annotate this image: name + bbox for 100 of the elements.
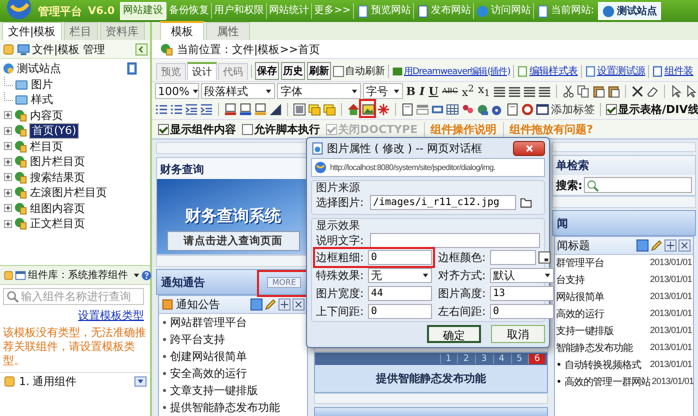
frame-icon[interactable]: [250, 298, 263, 311]
editor-tab[interactable]: 模板: [160, 21, 204, 40]
house-icon[interactable]: [347, 103, 360, 116]
tree-item[interactable]: 左滚图片栏目页: [0, 185, 150, 200]
clipboard-icon[interactable]: [592, 84, 605, 98]
news-title-link[interactable]: 支持一键排版: [556, 325, 614, 338]
slide-page-number[interactable]: 2: [457, 354, 474, 364]
align-justify-icon[interactable]: [538, 84, 551, 98]
query-button[interactable]: 请点击进入查询页面: [166, 231, 300, 251]
expand-icon[interactable]: [4, 111, 12, 120]
news-title-link[interactable]: 台支持: [556, 274, 585, 287]
toolbar-button[interactable]: 保存: [255, 62, 279, 80]
search-field[interactable]: [584, 177, 692, 193]
editor-link[interactable]: 设置测试源: [584, 64, 646, 78]
eraser-icon[interactable]: [646, 84, 659, 98]
dropdown[interactable]: 默认: [490, 268, 554, 283]
news-title-link[interactable]: • 高效的管理一群网站: [556, 376, 651, 389]
sidebar-tab[interactable]: 资料库: [100, 22, 145, 40]
expand-icon[interactable]: [4, 204, 12, 212]
tree-item[interactable]: 正文栏目页: [0, 216, 150, 232]
expand-icon[interactable]: [4, 126, 12, 135]
input-field[interactable]: 0: [368, 250, 432, 265]
indent-icon[interactable]: [200, 103, 213, 116]
expand-icon[interactable]: [4, 220, 12, 228]
input-field[interactable]: 44: [368, 286, 432, 301]
slide-page-number[interactable]: 5: [510, 354, 528, 364]
option-checkbox[interactable]: 允许脚本执行: [242, 122, 320, 136]
format-button[interactable]: U: [428, 84, 440, 98]
copy-icon[interactable]: [577, 84, 590, 98]
scissors-icon[interactable]: [562, 84, 575, 98]
list-item-link[interactable]: 跨平台支持: [170, 333, 225, 346]
color-bar-icon[interactable]: [224, 103, 237, 116]
dropdown[interactable]: 无: [368, 268, 432, 283]
tree-item[interactable]: 测试站点: [0, 61, 150, 76]
input-field[interactable]: 0: [368, 304, 432, 319]
news-title-link[interactable]: 网站很简单: [556, 291, 604, 304]
component-group[interactable]: 1. 通用组件: [0, 372, 150, 390]
library-dropdown[interactable]: 组件库：系统推荐组件: [15, 268, 140, 282]
bullet-list-icon[interactable]: [170, 103, 183, 116]
slide-page-number[interactable]: 4: [492, 354, 510, 364]
color-bar-icon[interactable]: [239, 103, 252, 116]
site-selector[interactable]: 测试站点: [598, 2, 662, 20]
table-icon[interactable]: [446, 103, 459, 116]
slide-page-number[interactable]: 3: [475, 354, 492, 364]
input-field[interactable]: 0: [490, 304, 554, 319]
set-template-type-link[interactable]: 设置模板类型: [78, 308, 144, 323]
dialog-button[interactable]: 取消: [491, 325, 545, 343]
close-icon[interactable]: [678, 239, 691, 252]
format-button[interactable]: I: [418, 84, 426, 98]
news-title-link[interactable]: 高效的运行: [556, 308, 604, 321]
editor-tab[interactable]: 属性: [206, 22, 250, 40]
toolbar-dropdown[interactable]: 字体: [277, 83, 361, 99]
news-title-link[interactable]: 群管理平台: [556, 257, 604, 270]
align-center-icon[interactable]: [508, 84, 521, 98]
expand-icon[interactable]: [4, 173, 12, 182]
toolbar-dropdown[interactable]: 100%: [155, 83, 199, 99]
frame-icon[interactable]: [636, 239, 649, 252]
toolbar-dropdown[interactable]: 字号: [362, 83, 404, 99]
input-field[interactable]: 13: [490, 286, 554, 301]
format-button[interactable]: x$^{2}$: [460, 83, 475, 99]
slide-page-number[interactable]: 6: [528, 354, 545, 364]
triangle-icon[interactable]: [269, 103, 282, 116]
pencil-icon[interactable]: [264, 298, 277, 311]
view-tab[interactable]: 代码: [218, 62, 248, 80]
image-path-field[interactable]: /images/i_r11_c12.jpg: [370, 195, 516, 210]
add-tag-button[interactable]: 添加标签: [551, 102, 595, 117]
nav-tab[interactable]: 网站建设: [120, 2, 166, 20]
tree-item[interactable]: 组图内容页: [0, 200, 150, 216]
close-icon[interactable]: [292, 298, 305, 311]
news-title-link[interactable]: 智能静态发布功能: [556, 342, 633, 355]
caption-field[interactable]: [370, 233, 540, 248]
tree-item[interactable]: 图片栏目页: [0, 154, 150, 170]
spark-icon[interactable]: [377, 103, 390, 116]
color-field[interactable]: [490, 250, 536, 265]
editor-link[interactable]: 组件装: [652, 64, 694, 78]
expand-icon[interactable]: [4, 188, 12, 197]
list-item-link[interactable]: 网站群管理平台: [170, 316, 247, 329]
toolbar-dropdown[interactable]: 段落样式: [201, 83, 276, 99]
delete-icon[interactable]: [631, 84, 644, 98]
dialog-button[interactable]: 确定: [427, 325, 481, 343]
sidebar-tab[interactable]: 栏目: [64, 22, 98, 40]
collapse-icon[interactable]: [135, 42, 148, 56]
auto-refresh-checkbox[interactable]: 自动刷新: [333, 64, 385, 78]
close-button[interactable]: [513, 140, 545, 156]
tree-item[interactable]: 样式: [0, 92, 150, 108]
align-left-icon[interactable]: [493, 84, 506, 98]
option-checkbox[interactable]: 显示组件内容: [158, 122, 236, 136]
format-button[interactable]: x$_{1}$: [476, 82, 491, 100]
list-item-link[interactable]: 提供智能静态发布功能: [170, 401, 280, 414]
view-tab[interactable]: 设计: [187, 62, 217, 80]
cursor-icon[interactable]: [685, 84, 698, 98]
tree-item[interactable]: 搜索结果页: [0, 170, 150, 185]
numbered-list-icon[interactable]: [155, 103, 168, 116]
toolbar-button[interactable]: 历史: [281, 62, 305, 80]
list-item-link[interactable]: 安全高效的运行: [170, 367, 247, 380]
search-field[interactable]: 输入组件名称进行查询: [3, 288, 144, 305]
pencil-icon[interactable]: [650, 239, 663, 252]
news-title-link[interactable]: • 自动转换视频格式: [556, 359, 642, 372]
slide-page-number[interactable]: 1: [440, 354, 456, 364]
more-button-image[interactable]: MORE: [267, 276, 301, 288]
